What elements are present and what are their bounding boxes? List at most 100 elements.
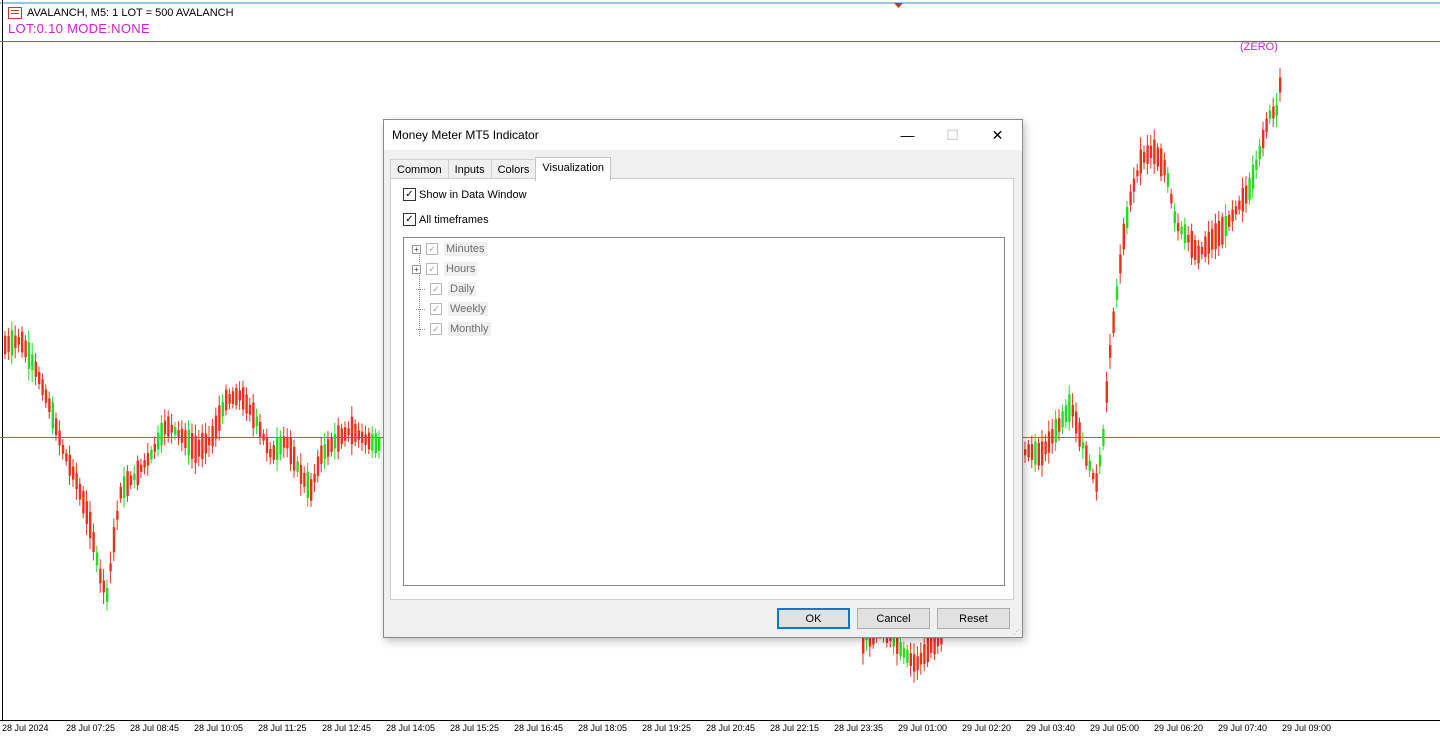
candle-body bbox=[252, 402, 255, 429]
candle-body bbox=[299, 465, 303, 485]
chart-symbol-text: AVALANCH, M5: 1 LOT = 500 AVALANCH bbox=[27, 7, 234, 19]
candle-body bbox=[1129, 191, 1132, 206]
candle-body bbox=[1149, 145, 1153, 159]
candle-body bbox=[160, 422, 163, 446]
cancel-button[interactable]: Cancel bbox=[857, 608, 930, 629]
candle-body bbox=[153, 443, 156, 452]
candle-body bbox=[245, 394, 248, 414]
candle-body bbox=[102, 580, 105, 593]
expand-plus-icon[interactable]: + bbox=[412, 244, 421, 254]
time-axis-label: 28 Jul 18:05 bbox=[578, 723, 628, 733]
candle-body bbox=[1251, 164, 1255, 189]
candle-body bbox=[1214, 223, 1217, 250]
candle-body bbox=[65, 453, 68, 462]
tree-item-monthly[interactable]: ✓ Monthly bbox=[412, 320, 491, 338]
tree-item-weekly[interactable]: ✓ Weekly bbox=[412, 300, 488, 318]
time-axis-label: 29 Jul 05:00 bbox=[1090, 723, 1140, 733]
candle-body bbox=[170, 424, 173, 433]
time-axis-label: 29 Jul 07:40 bbox=[1218, 723, 1268, 733]
candle-body bbox=[1139, 149, 1142, 174]
candle-body bbox=[1034, 441, 1037, 465]
candle-body bbox=[211, 426, 214, 447]
candle-body bbox=[238, 390, 241, 401]
candle-body bbox=[1095, 473, 1098, 492]
candle-body bbox=[1119, 254, 1122, 274]
tree-item-label: Weekly bbox=[448, 302, 488, 316]
candle-body bbox=[99, 568, 102, 584]
tree-connector bbox=[416, 328, 425, 330]
time-axis-label: 28 Jul 08:45 bbox=[130, 723, 180, 733]
tree-item-hours[interactable]: + ✓ Hours bbox=[412, 260, 478, 278]
candle-body bbox=[1102, 428, 1105, 446]
visualization-panel: ✓ Show in Data Window ✓ All timeframes +… bbox=[390, 178, 1014, 600]
show-in-data-window-checkbox[interactable]: ✓ Show in Data Window bbox=[403, 188, 527, 201]
candle-body bbox=[1248, 177, 1251, 200]
reset-button[interactable]: Reset bbox=[937, 608, 1010, 629]
candle-body bbox=[14, 335, 17, 348]
candle-body bbox=[1068, 394, 1071, 422]
candle-body bbox=[913, 654, 916, 672]
candle-body bbox=[286, 437, 289, 449]
tree-item-label: Monthly bbox=[448, 322, 491, 336]
candle-body bbox=[82, 490, 85, 514]
minimize-button[interactable]: — bbox=[885, 120, 930, 150]
candle-body bbox=[235, 387, 238, 406]
time-axis-label: 28 Jul 22:15 bbox=[770, 723, 820, 733]
candle-body bbox=[225, 389, 228, 411]
candle-body bbox=[194, 435, 197, 464]
candle-body bbox=[1217, 220, 1221, 247]
tree-item-minutes[interactable]: + ✓ Minutes bbox=[412, 240, 487, 258]
tab-visualization[interactable]: Visualization bbox=[535, 157, 611, 181]
candle-body bbox=[1207, 231, 1210, 254]
candle-body bbox=[1126, 207, 1129, 228]
candle-body bbox=[106, 588, 109, 602]
all-timeframes-checkbox[interactable]: ✓ All timeframes bbox=[403, 213, 489, 226]
candle-body bbox=[899, 642, 902, 657]
timeframes-tree[interactable]: + ✓ Minutes + ✓ Hours ✓ Daily ✓ Weekly ✓… bbox=[403, 237, 1005, 586]
candle-body bbox=[1200, 246, 1204, 255]
candle-body bbox=[133, 473, 136, 481]
candle-body bbox=[344, 427, 347, 441]
indicator-dialog: Money Meter MT5 Indicator — ☐ ✕ Common I… bbox=[383, 119, 1023, 638]
candle-body bbox=[940, 637, 943, 645]
candle-body bbox=[177, 429, 180, 437]
candle-body bbox=[374, 433, 377, 454]
candle-body bbox=[1115, 286, 1119, 300]
time-axis-label: 28 Jul 23:35 bbox=[834, 723, 884, 733]
time-axis-label: 29 Jul 01:00 bbox=[898, 723, 948, 733]
minimize-icon: — bbox=[900, 127, 915, 143]
time-axis-label: 28 Jul 11:25 bbox=[258, 723, 307, 733]
candle-body bbox=[1160, 148, 1163, 177]
candle-body bbox=[55, 418, 58, 435]
candle-body bbox=[191, 433, 194, 459]
candle-body bbox=[48, 398, 51, 413]
checkbox-check-icon: ✓ bbox=[430, 323, 442, 335]
candle-body bbox=[282, 436, 286, 448]
candle-body bbox=[95, 552, 99, 566]
checkbox-check-icon: ✓ bbox=[403, 213, 416, 226]
time-axis-label: 29 Jul 02:20 bbox=[962, 723, 1012, 733]
candle-body bbox=[126, 471, 129, 497]
resize-grip-icon[interactable]: ⋰ bbox=[1013, 628, 1021, 636]
candle-body bbox=[276, 437, 279, 461]
candle-body bbox=[228, 394, 231, 404]
candle-body bbox=[316, 456, 320, 476]
candle-body bbox=[367, 432, 371, 450]
candle-body bbox=[17, 336, 20, 345]
candle-body bbox=[61, 444, 65, 454]
candle-body bbox=[916, 656, 919, 671]
tree-item-daily[interactable]: ✓ Daily bbox=[412, 280, 477, 298]
candle-body bbox=[1275, 104, 1278, 116]
candle-body bbox=[1047, 431, 1051, 453]
ok-button[interactable]: OK bbox=[777, 608, 850, 629]
dialog-titlebar[interactable]: Money Meter MT5 Indicator — ☐ ✕ bbox=[384, 120, 1022, 150]
candle-body bbox=[350, 416, 354, 445]
candle-body bbox=[1221, 216, 1224, 245]
candle-body bbox=[174, 427, 177, 435]
close-button[interactable]: ✕ bbox=[975, 120, 1020, 150]
candle-body bbox=[44, 389, 48, 403]
candle-body bbox=[1258, 146, 1261, 160]
checkbox-check-icon: ✓ bbox=[426, 243, 438, 255]
chart-menu-icon[interactable] bbox=[8, 7, 22, 19]
expand-plus-icon[interactable]: + bbox=[412, 264, 421, 274]
